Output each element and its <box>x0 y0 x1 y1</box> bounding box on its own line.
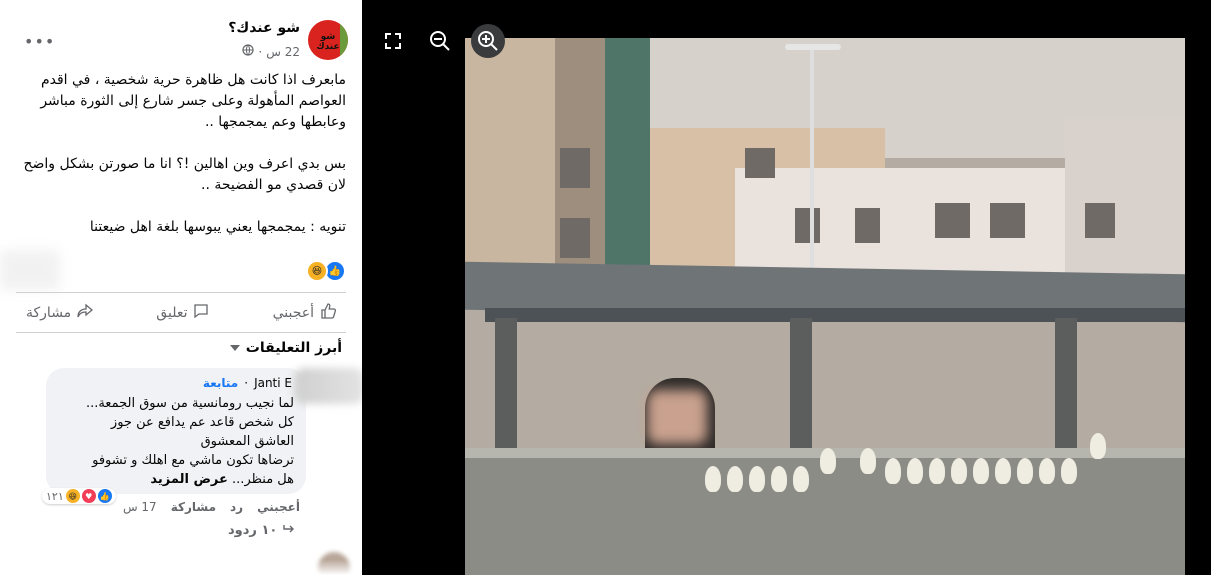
post-reactions[interactable]: 👍 😆 <box>306 260 346 282</box>
photo-canopy-edge <box>485 308 1185 322</box>
page-avatar[interactable]: شو عندك <box>308 20 348 60</box>
photo-ornament <box>727 466 743 492</box>
photo-ornament <box>820 448 836 474</box>
photo-ornament <box>860 448 876 474</box>
blurred-area <box>0 250 60 290</box>
love-icon: ♥ <box>81 489 96 503</box>
zoom-in-icon[interactable] <box>475 28 501 54</box>
comment-time[interactable]: 17 س <box>123 500 157 514</box>
comment-share-link[interactable]: مشاركة <box>171 500 216 514</box>
photo-window <box>855 208 880 243</box>
comment-line-3: العاشق المعشوق <box>200 434 294 449</box>
comment-author[interactable]: Janti E <box>254 376 292 390</box>
sort-label: أبرز التعليقات <box>245 340 342 356</box>
post-sidebar: شو عندك شو عندك؟ 22 س · ••• مابعرف اذا ك… <box>0 0 362 575</box>
post-text: مابعرف اذا كانت هل ظاهرة حرية شخصية ، في… <box>16 70 346 259</box>
replies-label: ١٠ ردود <box>228 523 278 538</box>
photo-post <box>1055 318 1077 468</box>
dot-separator: · <box>258 44 263 59</box>
photo-ornament <box>1090 433 1106 459</box>
zoom-out-icon[interactable] <box>427 28 453 54</box>
fullscreen-icon[interactable] <box>380 28 406 54</box>
dot-separator: · <box>244 376 249 390</box>
photo-window <box>935 203 970 238</box>
comment-icon <box>193 303 209 323</box>
photo-lamppost <box>810 48 814 268</box>
photo-railing <box>465 458 1185 575</box>
photo-post <box>495 318 517 468</box>
post-meta: 22 س · <box>242 44 300 59</box>
haha-icon: 😆 <box>65 489 80 503</box>
photo-lamp-head <box>785 44 841 50</box>
scroll-fade <box>0 560 362 575</box>
photo-ornament <box>771 466 787 492</box>
thumbs-up-icon <box>320 303 337 323</box>
like-button[interactable]: أعجبني <box>263 296 346 330</box>
chevron-down-icon <box>229 340 240 356</box>
comment-label: تعليق <box>156 305 188 321</box>
photo-window <box>560 148 590 188</box>
share-button[interactable]: مشاركة <box>16 296 103 330</box>
photo-window <box>1085 203 1115 238</box>
comment-author-row: Janti E · متابعة <box>203 376 292 390</box>
comment-text: لما نجيب رومانسية من سوق الجمعة... كل شخ… <box>58 394 294 489</box>
photo-ornament <box>1061 458 1077 484</box>
avatar-accent <box>340 20 348 60</box>
like-icon: 👍 <box>97 489 112 503</box>
post-paragraph-1: مابعرف اذا كانت هل ظاهرة حرية شخصية ، في… <box>40 72 346 130</box>
photo-post <box>790 318 812 468</box>
photo-ornament <box>951 458 967 484</box>
post-actions: أعجبني تعليق مشاركة <box>16 296 346 330</box>
comment-sort-dropdown[interactable]: أبرز التعليقات <box>229 340 342 356</box>
comment-button[interactable]: تعليق <box>146 296 219 330</box>
haha-icon: 😆 <box>306 260 328 282</box>
post-time[interactable]: 22 س <box>266 45 300 59</box>
share-label: مشاركة <box>26 305 72 321</box>
photo-window <box>560 218 590 258</box>
photo-ornament <box>885 458 901 484</box>
follow-button[interactable]: متابعة <box>203 376 238 390</box>
comment-line-4: ترضاها تكون ماشي مع اهلك و تشوفو <box>92 453 294 468</box>
post-photo[interactable] <box>465 38 1185 575</box>
photo-ornament <box>1039 458 1055 484</box>
comment-reply-link[interactable]: رد <box>230 500 243 514</box>
divider <box>16 332 346 333</box>
see-more-link[interactable]: عرض المزيد <box>150 472 228 487</box>
photo-window <box>795 208 820 243</box>
share-icon <box>77 303 94 323</box>
photo-ornament <box>907 458 923 484</box>
comment-like-link[interactable]: أعجبني <box>257 500 300 514</box>
photo-building <box>1065 118 1185 278</box>
photo-ornament <box>973 458 989 484</box>
post-header: شو عندك شو عندك؟ 22 س · ••• <box>14 14 348 64</box>
post-paragraph-3: تنويه : يمجمجها يعني يبوسها بلغة اهل ضيع… <box>89 219 346 235</box>
photo-ornament <box>929 458 945 484</box>
reply-arrow-icon <box>283 523 295 538</box>
globe-icon <box>242 44 255 59</box>
comment-line-2: كل شخص قاعد عم يدافع عن جوز <box>110 415 294 430</box>
like-label: أعجبني <box>272 305 314 321</box>
comment-reactions[interactable]: ١٢١ 😆 ♥ 👍 <box>42 488 116 504</box>
commenter-avatar-blur <box>294 368 362 404</box>
photo-building <box>605 38 650 273</box>
photo-ornament <box>705 466 721 492</box>
page-name[interactable]: شو عندك؟ <box>228 20 300 36</box>
photo-ornament <box>793 466 809 492</box>
photo-window <box>990 203 1025 238</box>
comment-line-5: هل منظر... <box>232 472 294 487</box>
photo-building <box>465 38 555 278</box>
post-paragraph-2: بس بدي اعرف وين اهالين !؟ انا ما صورتن ب… <box>23 156 346 193</box>
comment-bubble: Janti E · متابعة لما نجيب رومانسية من سو… <box>42 368 362 504</box>
photo-ornament <box>1017 458 1033 484</box>
comment-reaction-count: ١٢١ <box>46 489 64 503</box>
photo-face-blur <box>647 390 707 444</box>
more-icon[interactable]: ••• <box>24 32 55 51</box>
view-replies-link[interactable]: ١٠ ردود <box>228 523 295 538</box>
divider <box>16 292 346 293</box>
photo-ornament <box>995 458 1011 484</box>
comment-line-1: لما نجيب رومانسية من سوق الجمعة... <box>85 396 294 411</box>
comment-actions: أعجبني رد مشاركة 17 س <box>120 500 300 514</box>
photo-ornament <box>749 466 765 492</box>
photo-window <box>745 148 775 178</box>
